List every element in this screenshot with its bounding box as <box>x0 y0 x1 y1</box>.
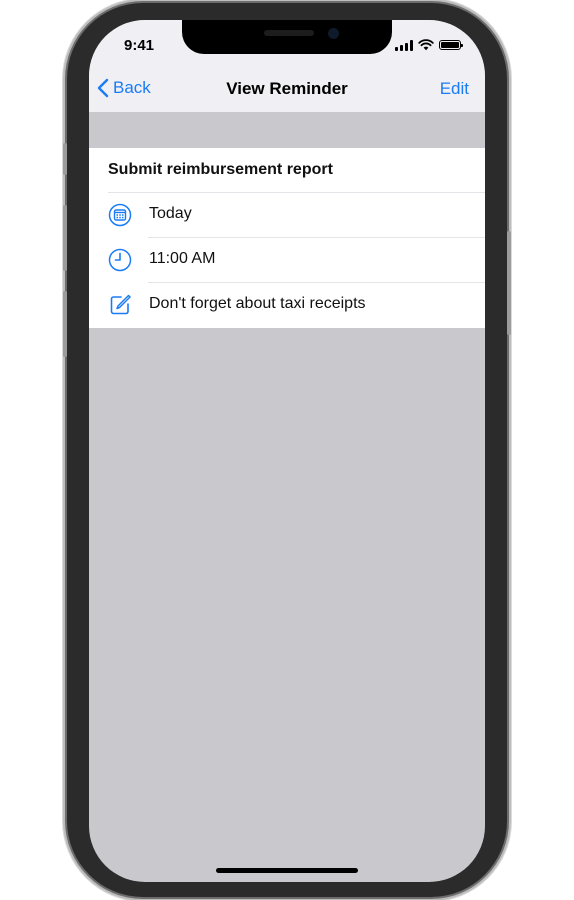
edit-button[interactable]: Edit <box>440 79 469 99</box>
home-indicator[interactable] <box>216 868 358 873</box>
phone-screen: 9:41 Back View Reminder Edit Submit reim… <box>89 20 485 882</box>
reminder-date-row[interactable]: Today <box>89 192 485 236</box>
cellular-signal-icon <box>395 39 413 51</box>
reminder-time-row[interactable]: 11:00 AM <box>89 237 485 281</box>
calendar-icon <box>108 203 132 227</box>
speaker <box>264 30 314 36</box>
status-time: 9:41 <box>124 37 155 54</box>
page-title: View Reminder <box>226 79 348 98</box>
reminder-note: Don't forget about taxi receipts <box>149 295 366 312</box>
volume-down-button <box>63 291 67 357</box>
notch <box>182 20 392 54</box>
wifi-icon <box>418 39 434 51</box>
power-button <box>507 231 511 335</box>
reminder-note-row[interactable]: Don't forget about taxi receipts <box>89 282 485 326</box>
front-camera <box>328 28 339 39</box>
reminder-time: 11:00 AM <box>149 250 216 267</box>
reminder-date: Today <box>149 205 192 222</box>
silent-switch <box>63 143 67 175</box>
battery-icon <box>439 40 463 50</box>
clock-icon <box>108 248 132 272</box>
status-icons <box>395 39 463 51</box>
reminder-card: Submit reimbursement report Today 11:00 … <box>89 148 485 328</box>
volume-up-button <box>63 205 67 271</box>
reminder-title: Submit reimbursement report <box>108 161 333 178</box>
edit-note-icon <box>110 294 131 315</box>
